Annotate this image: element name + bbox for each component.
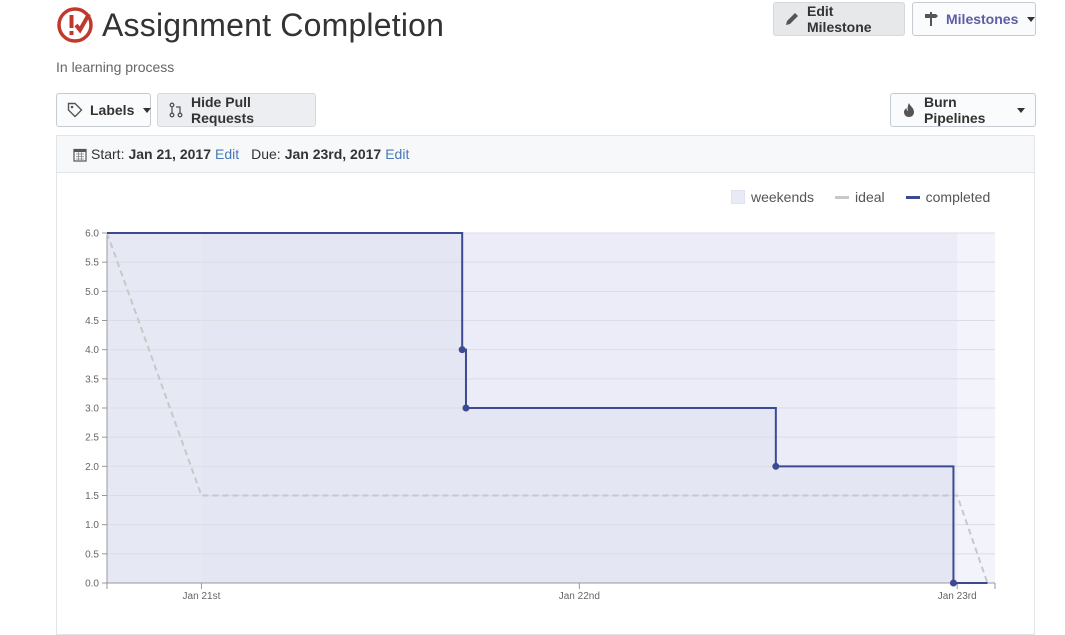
y-tick-label: 6.0 — [85, 229, 99, 240]
y-tick-label: 1.5 — [85, 491, 99, 502]
y-tick-label: 5.0 — [85, 287, 99, 298]
y-tick-label: 0.5 — [85, 549, 99, 560]
y-tick-label: 3.5 — [85, 374, 99, 385]
y-tick-label: 4.5 — [85, 316, 99, 327]
y-tick-label: 2.5 — [85, 433, 99, 444]
x-tick-label: Jan 23rd — [938, 591, 977, 602]
y-tick-label: 1.0 — [85, 520, 99, 531]
x-tick-label: Jan 21st — [183, 591, 221, 602]
completed-point — [949, 579, 957, 587]
completed-point — [458, 346, 466, 354]
y-tick-label: 0.0 — [85, 579, 99, 590]
completed-point — [462, 404, 470, 412]
y-tick-label: 2.0 — [85, 462, 99, 473]
burndown-chart: 0.0 0.5 1.0 1.5 2.0 2.5 3.0 3.5 4.0 4.5 5.0 5.5 6.0 J… — [85, 229, 996, 602]
y-tick-label: 3.0 — [85, 404, 99, 415]
y-tick-label: 5.5 — [85, 258, 99, 269]
completed-point — [772, 462, 780, 470]
x-tick-label: Jan 22nd — [559, 591, 600, 602]
y-tick-label: 4.0 — [85, 345, 99, 356]
